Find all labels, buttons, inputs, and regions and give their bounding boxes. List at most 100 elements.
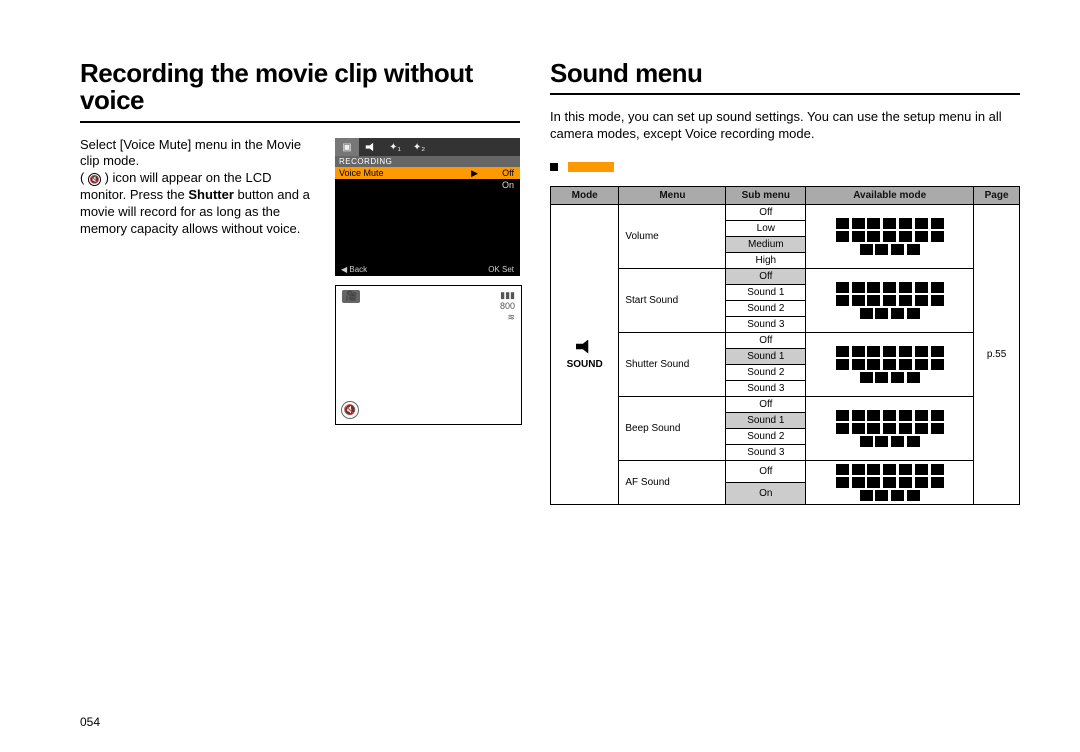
lcd2-status: ▮▮▮ 800 ≋: [500, 290, 515, 322]
submenu-cell: On: [726, 483, 806, 505]
mode-icon: [883, 282, 896, 293]
mode-icon: [875, 436, 888, 447]
mode-icon: [860, 244, 873, 255]
submenu-cell: Sound 3: [726, 380, 806, 396]
mode-icon: [891, 372, 904, 383]
mode-icon: [836, 410, 849, 421]
mode-icon: [915, 295, 928, 306]
mode-icon: [931, 295, 944, 306]
mode-icon: [915, 231, 928, 242]
mode-icon: [931, 359, 944, 370]
mode-icon: [836, 218, 849, 229]
mode-icon: [931, 231, 944, 242]
mode-icon: [907, 490, 920, 501]
th-sub: Sub menu: [726, 186, 806, 204]
menu-cell: AF Sound: [619, 460, 726, 504]
mode-icon: [836, 423, 849, 434]
mode-icon: [899, 231, 912, 242]
mode-icon: [883, 231, 896, 242]
mode-icon: [875, 244, 888, 255]
mode-icon: [852, 218, 865, 229]
mode-icon: [883, 464, 896, 475]
table-row: Beep SoundOff: [551, 396, 1020, 412]
page-number: 054: [80, 715, 100, 729]
mode-icon: [836, 477, 849, 488]
camera-icon: ▣: [335, 138, 359, 156]
mode-icon: [899, 218, 912, 229]
lcd-footer: ◀ Back OK Set: [335, 265, 520, 274]
lcd-menu-screenshot: ▣ ✦₁ ✦₂ RECORDING Voice Mute ▶ Off On ◀ …: [335, 138, 520, 276]
divider: [550, 93, 1020, 95]
card-icon: ≋: [500, 312, 515, 323]
submenu-cell: Sound 2: [726, 300, 806, 316]
mode-icon: [915, 218, 928, 229]
mode-icon: [836, 359, 849, 370]
mode-icon: [860, 372, 873, 383]
mode-icon: [867, 477, 880, 488]
left-title: Recording the movie clip without voice: [80, 60, 520, 115]
th-page: Page: [974, 186, 1020, 204]
table-header-row: Mode Menu Sub menu Available mode Page: [551, 186, 1020, 204]
mute-icon: 🔇: [88, 173, 101, 186]
submenu-cell: Off: [726, 204, 806, 220]
lcd-opt-off: Off: [482, 168, 516, 178]
lcd-row-voicemute: Voice Mute ▶ Off: [335, 167, 520, 179]
mode-icon: [883, 423, 896, 434]
right-intro: In this mode, you can set up sound setti…: [550, 109, 1020, 142]
mode-icon: [883, 346, 896, 357]
mode-icon: [931, 423, 944, 434]
submenu-cell: Medium: [726, 236, 806, 252]
submenu-cell: Sound 1: [726, 284, 806, 300]
movie-mode-icon: 🎥: [342, 290, 360, 303]
mode-cell: SOUND: [551, 204, 619, 504]
mode-icon: [891, 490, 904, 501]
mode-icon: [852, 423, 865, 434]
mode-icon: [860, 308, 873, 319]
submenu-cell: Sound 3: [726, 316, 806, 332]
lcd-preview-screenshot: 🎥 ▮▮▮ 800 ≋ 🔇: [335, 285, 522, 425]
setup2-tab-icon: ✦₂: [407, 138, 431, 156]
mode-icon: [867, 464, 880, 475]
mode-icon: [891, 244, 904, 255]
mode-icon: [891, 436, 904, 447]
th-avail: Available mode: [806, 186, 974, 204]
available-modes-cell: [806, 204, 974, 268]
mode-icon: [867, 410, 880, 421]
left-body-line1: Select [Voice Mute] menu in the Movie cl…: [80, 137, 301, 169]
mode-icon: [915, 346, 928, 357]
right-title: Sound menu: [550, 60, 1020, 87]
mode-icon: [899, 464, 912, 475]
mode-icon: [899, 282, 912, 293]
mode-icon: [907, 308, 920, 319]
mode-icon: [875, 308, 888, 319]
submenu-cell: Sound 1: [726, 348, 806, 364]
lcd-section: RECORDING: [335, 156, 520, 167]
lcd-set: Set: [502, 265, 514, 274]
submenu-cell: Off: [726, 332, 806, 348]
lcd-back: Back: [349, 265, 367, 274]
bullet-icon: [550, 163, 558, 171]
speaker-icon: [576, 340, 594, 354]
mode-icon: [852, 410, 865, 421]
mode-icon: [852, 346, 865, 357]
mode-icon: [915, 423, 928, 434]
mode-icon: [883, 477, 896, 488]
table-row: Start SoundOff: [551, 268, 1020, 284]
mode-icon: [899, 359, 912, 370]
lcd-opt-on: On: [482, 180, 516, 190]
divider: [80, 121, 520, 123]
mode-icon: [836, 346, 849, 357]
sound-label: SOUND: [557, 359, 612, 370]
submenu-cell: Off: [726, 268, 806, 284]
mode-icon: [852, 359, 865, 370]
available-modes-cell: [806, 396, 974, 460]
mode-icon: [867, 423, 880, 434]
mode-icon: [852, 477, 865, 488]
th-menu: Menu: [619, 186, 726, 204]
setup1-tab-icon: ✦₁: [383, 138, 407, 156]
submenu-cell: Sound 2: [726, 428, 806, 444]
mode-icon: [860, 490, 873, 501]
mode-icon: [867, 231, 880, 242]
mode-icon: [915, 359, 928, 370]
sound-settings-table: Mode Menu Sub menu Available mode Page S…: [550, 186, 1020, 505]
